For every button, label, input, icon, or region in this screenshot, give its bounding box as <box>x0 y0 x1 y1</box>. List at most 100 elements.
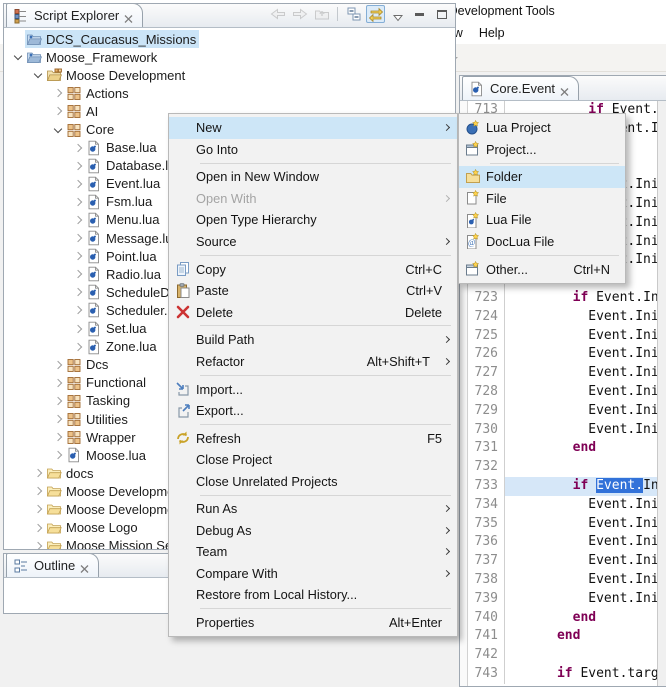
collapse-chevron-icon[interactable] <box>53 124 61 132</box>
code-line[interactable]: 727 Event.IniPlayerName = Event.IniDCSUn… <box>468 364 657 383</box>
close-icon[interactable] <box>560 84 569 93</box>
expand-chevron-icon[interactable] <box>53 379 61 387</box>
context-menu-item-open-in-new-window[interactable]: Open in New Window <box>169 166 457 188</box>
context-menu-item-build-path[interactable]: Build Path <box>169 329 457 351</box>
expand-chevron-icon[interactable] <box>33 541 41 549</box>
code-line[interactable]: 733 if Event.IniDCSUnitName and Event.In… <box>468 477 657 496</box>
code-line[interactable]: 741 end <box>468 627 657 646</box>
expand-chevron-icon[interactable] <box>73 143 81 151</box>
context-menu-item-run-as[interactable]: Run As <box>169 498 457 520</box>
expand-chevron-icon[interactable] <box>53 89 61 97</box>
code-line[interactable]: 740 end <box>468 609 657 628</box>
code-line[interactable]: 731 end <box>468 439 657 458</box>
code-line[interactable]: 729 Event.IniSize = Event.IniDCSGroup:ge… <box>468 402 657 421</box>
expand-chevron-icon[interactable] <box>73 252 81 260</box>
expand-chevron-icon[interactable] <box>73 306 81 314</box>
context-menu-item-open-type-hierarchy[interactable]: Open Type Hierarchy <box>169 209 457 231</box>
tab-script-explorer[interactable]: Script Explorer <box>6 3 143 27</box>
close-icon[interactable] <box>80 561 89 570</box>
expand-chevron-icon[interactable] <box>73 216 81 224</box>
code-line[interactable]: 726 Event.IniGroup = GROUP:FindByName( E… <box>468 345 657 364</box>
expand-chevron-icon[interactable] <box>73 180 81 188</box>
expand-chevron-icon[interactable] <box>73 342 81 350</box>
editor-scrollbar[interactable] <box>657 101 666 686</box>
tree-item-actions[interactable]: Actions <box>4 84 455 102</box>
context-menu-item-restore-from-local-history[interactable]: Restore from Local History... <box>169 584 457 606</box>
expand-chevron-icon[interactable] <box>33 469 41 477</box>
code-line[interactable]: 734 Event.IniUnitName = Event.IniDCSUnit… <box>468 496 657 515</box>
context-menu-item-new[interactable]: New <box>169 117 457 139</box>
expand-chevron-icon[interactable] <box>73 161 81 169</box>
collapse-chevron-icon[interactable] <box>13 52 21 60</box>
tab-outline[interactable]: Outline <box>6 553 99 577</box>
collapse-all-button[interactable] <box>344 5 363 23</box>
link-with-editor-button[interactable] <box>366 5 385 23</box>
new-submenu-item-lua-file[interactable]: Lua File <box>459 209 625 231</box>
context-menu-item-export[interactable]: Export... <box>169 400 457 422</box>
collapse-chevron-icon[interactable] <box>33 70 41 78</box>
submenu-arrow-icon <box>442 548 449 555</box>
back-button[interactable] <box>268 5 287 23</box>
code-line[interactable]: 743 if Event.target then <box>468 665 657 684</box>
context-menu-item-close-unrelated-projects[interactable]: Close Unrelated Projects <box>169 470 457 492</box>
context-menu-item-close-project[interactable]: Close Project <box>169 449 457 471</box>
new-submenu-item-project[interactable]: Project... <box>459 139 625 161</box>
context-menu-item-paste[interactable]: PasteCtrl+V <box>169 280 457 302</box>
expand-chevron-icon[interactable] <box>73 324 81 332</box>
ide-window: Lua - Moose_Framework/Moose Development/… <box>0 0 666 687</box>
maximize-button[interactable] <box>432 5 451 23</box>
tree-item-moose-development[interactable]: Moose Development <box>4 66 455 84</box>
context-menu-item-refresh[interactable]: RefreshF5 <box>169 427 457 449</box>
new-submenu-item-lua-project[interactable]: Lua Project <box>459 117 625 139</box>
code-line[interactable]: 742 <box>468 646 657 665</box>
context-menu-item-team[interactable]: Team <box>169 541 457 563</box>
expand-chevron-icon[interactable] <box>53 415 61 423</box>
expand-chevron-icon[interactable] <box>73 234 81 242</box>
expand-chevron-icon[interactable] <box>73 198 81 206</box>
expand-chevron-icon[interactable] <box>53 360 61 368</box>
editor-tab-title: Core.Event <box>490 81 555 96</box>
new-submenu-item-file[interactable]: File <box>459 188 625 210</box>
code-line[interactable]: 739 Event.IniTypeName = Event.IniUnit:Ge… <box>468 590 657 609</box>
context-menu-item-refactor[interactable]: RefactorAlt+Shift+T <box>169 351 457 373</box>
new-submenu-item-other[interactable]: Other...Ctrl+N <box>459 258 625 280</box>
expand-chevron-icon[interactable] <box>33 523 41 531</box>
expand-chevron-icon[interactable] <box>73 288 81 296</box>
code-line[interactable]: 737 Event.IniCoalition = Event.IniUnit:G… <box>468 552 657 571</box>
code-line[interactable]: 728 Event.IniCoalition = Event.IniDCSUni… <box>468 383 657 402</box>
expand-chevron-icon[interactable] <box>73 270 81 278</box>
expand-chevron-icon[interactable] <box>53 397 61 405</box>
new-submenu-item-doclua-file[interactable]: @DocLua File <box>459 231 625 253</box>
context-menu-item-properties[interactable]: PropertiesAlt+Enter <box>169 612 457 634</box>
context-menu-item-source[interactable]: Source <box>169 231 457 253</box>
context-menu-item-debug-as[interactable]: Debug As <box>169 520 457 542</box>
expand-chevron-icon[interactable] <box>53 107 61 115</box>
tree-item-dcs-caucasus-missions[interactable]: DCS_Caucasus_Missions <box>4 30 455 48</box>
context-menu-item-copy[interactable]: CopyCtrl+C <box>169 258 457 280</box>
code-line[interactable]: 730 Event.IniCountry = Event.IniDCSUnit:… <box>468 421 657 440</box>
code-line[interactable]: 735 Event.IniGroupName = Event.IniDCSGro… <box>468 515 657 534</box>
expand-chevron-icon[interactable] <box>53 451 61 459</box>
expand-chevron-icon[interactable] <box>33 505 41 513</box>
minimize-button[interactable] <box>410 5 429 23</box>
code-line[interactable]: 732 <box>468 458 657 477</box>
context-menu-item-import[interactable]: Import... <box>169 378 457 400</box>
new-submenu-item-folder[interactable]: Folder <box>459 166 625 188</box>
context-menu-item-compare-with[interactable]: Compare With <box>169 563 457 585</box>
expand-chevron-icon[interactable] <box>53 433 61 441</box>
up-button[interactable] <box>312 5 331 23</box>
close-icon[interactable] <box>124 11 133 20</box>
forward-button[interactable] <box>290 5 309 23</box>
menubar-help[interactable]: Help <box>471 23 513 43</box>
code-line[interactable]: 723 if Event.IniDCSGroup and Event.IniDC… <box>468 289 657 308</box>
view-menu-button[interactable] <box>388 5 407 23</box>
code-line[interactable]: 724 Event.IniDCSGroupName = Event.IniDCS… <box>468 308 657 327</box>
code-line[interactable]: 725 Event.IniGroupName = Event.IniDCSGro… <box>468 327 657 346</box>
context-menu-item-go-into[interactable]: Go Into <box>169 139 457 161</box>
expand-chevron-icon[interactable] <box>33 487 41 495</box>
tree-item-moose-framework[interactable]: Moose_Framework <box>4 48 455 66</box>
code-line[interactable]: 738 Event.IniCategory = Event.IniUnit:Ge… <box>468 571 657 590</box>
code-line[interactable]: 736 Event.IniPlayerName = Event.IniUnit:… <box>468 533 657 552</box>
tab-core-event[interactable]: Core.Event <box>462 76 579 100</box>
context-menu-item-delete[interactable]: DeleteDelete <box>169 301 457 323</box>
